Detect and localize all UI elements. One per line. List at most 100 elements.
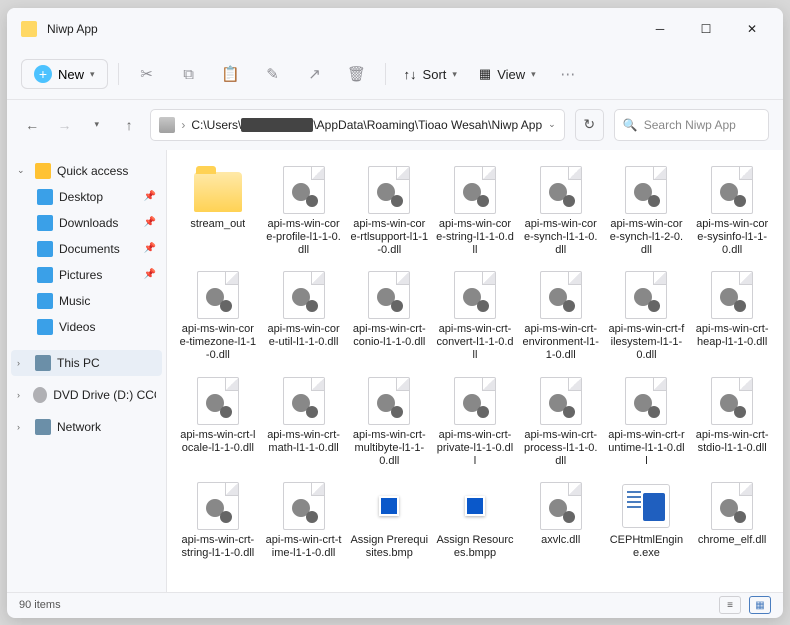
- file-item[interactable]: api-ms-win-crt-runtime-l1-1-0.dll: [606, 373, 688, 473]
- file-item[interactable]: api-ms-win-core-sysinfo-l1-1-0.dll: [691, 162, 773, 262]
- sidebar-item-this-pc[interactable]: › This PC: [11, 350, 162, 376]
- sidebar-item-downloads[interactable]: Downloads 📌: [7, 210, 166, 236]
- recent-button[interactable]: ▾: [86, 119, 108, 130]
- dll-icon: [540, 482, 582, 530]
- titlebar[interactable]: Niwp App ─ ☐ ✕: [7, 8, 783, 50]
- dll-icon: [197, 482, 239, 530]
- downloads-icon: [37, 215, 53, 231]
- desktop-icon: [37, 189, 53, 205]
- sidebar-item-quick-access[interactable]: ⌄ Quick access: [7, 158, 166, 184]
- file-label: stream_out: [190, 218, 245, 231]
- file-item[interactable]: api-ms-win-core-util-l1-1-0.dll: [263, 267, 345, 367]
- icons-view-button[interactable]: ▦: [749, 596, 771, 614]
- view-button[interactable]: ▦ View ▾: [471, 66, 544, 82]
- file-label: api-ms-win-core-string-l1-1-0.dll: [436, 218, 514, 258]
- chevron-down-icon[interactable]: ⌄: [548, 119, 556, 130]
- sidebar-item-videos[interactable]: Videos: [7, 314, 166, 340]
- rename-icon[interactable]: ✎: [255, 57, 291, 91]
- star-icon: [35, 163, 51, 179]
- network-icon: [35, 419, 51, 435]
- forward-button[interactable]: →: [53, 117, 75, 133]
- sidebar-item-music[interactable]: Music: [7, 288, 166, 314]
- sort-button[interactable]: ↑↓ Sort ▾: [396, 67, 465, 82]
- copy-icon[interactable]: ⧉: [171, 57, 207, 91]
- file-item[interactable]: api-ms-win-crt-heap-l1-1-0.dll: [691, 267, 773, 367]
- file-item[interactable]: api-ms-win-core-synch-l1-2-0.dll: [606, 162, 688, 262]
- address-path: C:\Users\████████\AppData\Roaming\Tioao …: [191, 118, 542, 132]
- file-item[interactable]: Assign Prerequisites.bmp: [348, 478, 430, 564]
- file-item[interactable]: stream_out: [177, 162, 259, 262]
- file-item[interactable]: api-ms-win-crt-private-l1-1-0.dll: [434, 373, 516, 473]
- file-item[interactable]: axvlc.dll: [520, 478, 602, 564]
- dll-icon: [368, 271, 410, 319]
- file-item[interactable]: api-ms-win-core-synch-l1-1-0.dll: [520, 162, 602, 262]
- file-label: Assign Resources.bmpp: [436, 534, 514, 560]
- sidebar-item-pictures[interactable]: Pictures 📌: [7, 262, 166, 288]
- sidebar-item-network[interactable]: › Network: [7, 414, 166, 440]
- label: Network: [57, 420, 101, 434]
- file-item[interactable]: api-ms-win-crt-time-l1-1-0.dll: [263, 478, 345, 564]
- file-item[interactable]: api-ms-win-crt-process-l1-1-0.dll: [520, 373, 602, 473]
- file-label: api-ms-win-crt-runtime-l1-1-0.dll: [608, 429, 686, 469]
- maximize-button[interactable]: ☐: [683, 13, 729, 45]
- new-button[interactable]: + New ▾: [21, 59, 108, 89]
- more-icon[interactable]: ⋯: [550, 57, 586, 91]
- file-label: api-ms-win-crt-private-l1-1-0.dll: [436, 429, 514, 469]
- dll-icon: [368, 166, 410, 214]
- file-item[interactable]: api-ms-win-crt-environment-l1-1-0.dll: [520, 267, 602, 367]
- chevron-right-icon: ›: [17, 422, 29, 432]
- search-input[interactable]: 🔍 Search Niwp App: [614, 109, 769, 141]
- file-item[interactable]: api-ms-win-core-timezone-l1-1-0.dll: [177, 267, 259, 367]
- back-button[interactable]: ←: [21, 117, 43, 133]
- file-item[interactable]: CEPHtmlEngine.exe: [606, 478, 688, 564]
- sidebar-item-documents[interactable]: Documents 📌: [7, 236, 166, 262]
- file-item[interactable]: api-ms-win-crt-convert-l1-1-0.dll: [434, 267, 516, 367]
- exe-icon: [622, 484, 670, 528]
- file-list[interactable]: stream_out api-ms-win-core-profile-l1-1-0…: [167, 150, 783, 592]
- dll-icon: [283, 166, 325, 214]
- file-label: api-ms-win-crt-filesystem-l1-1-0.dll: [608, 323, 686, 363]
- refresh-button[interactable]: ↻: [575, 109, 604, 141]
- file-item[interactable]: api-ms-win-core-string-l1-1-0.dll: [434, 162, 516, 262]
- delete-icon[interactable]: 🗑: [339, 57, 375, 91]
- file-item[interactable]: api-ms-win-core-rtlsupport-l1-1-0.dll: [348, 162, 430, 262]
- up-button[interactable]: ↑: [118, 117, 140, 133]
- paste-icon[interactable]: 📋: [213, 57, 249, 91]
- sidebar-item-dvd[interactable]: › DVD Drive (D:) CCCO: [7, 382, 166, 408]
- file-label: api-ms-win-core-rtlsupport-l1-1-0.dll: [350, 218, 428, 258]
- folder-icon: [194, 172, 242, 212]
- file-item[interactable]: chrome_elf.dll: [691, 478, 773, 564]
- explorer-window: Niwp App ─ ☐ ✕ + New ▾ ✂ ⧉ 📋 ✎ ↗ 🗑 ↑↓ So…: [7, 8, 783, 618]
- file-label: api-ms-win-crt-math-l1-1-0.dll: [265, 429, 343, 455]
- file-item[interactable]: api-ms-win-crt-locale-l1-1-0.dll: [177, 373, 259, 473]
- dll-icon: [711, 271, 753, 319]
- label: Desktop: [59, 190, 103, 204]
- bmp-icon: [368, 482, 410, 530]
- chevron-down-icon: ⌄: [17, 165, 29, 176]
- file-item[interactable]: api-ms-win-crt-stdio-l1-1-0.dll: [691, 373, 773, 473]
- chevron-down-icon: ▾: [90, 69, 95, 80]
- file-item[interactable]: api-ms-win-crt-multibyte-l1-1-0.dll: [348, 373, 430, 473]
- pin-icon: 📌: [144, 217, 156, 228]
- folder-icon: [21, 21, 37, 37]
- toolbar: + New ▾ ✂ ⧉ 📋 ✎ ↗ 🗑 ↑↓ Sort ▾ ▦ View ▾ ⋯: [7, 50, 783, 100]
- file-label: api-ms-win-crt-process-l1-1-0.dll: [522, 429, 600, 469]
- file-item[interactable]: api-ms-win-crt-string-l1-1-0.dll: [177, 478, 259, 564]
- close-button[interactable]: ✕: [729, 13, 775, 45]
- plus-icon: +: [34, 65, 52, 83]
- address-bar[interactable]: › C:\Users\████████\AppData\Roaming\Tioa…: [150, 109, 564, 141]
- sidebar-item-desktop[interactable]: Desktop 📌: [7, 184, 166, 210]
- file-item[interactable]: api-ms-win-crt-filesystem-l1-1-0.dll: [606, 267, 688, 367]
- file-item[interactable]: Assign Resources.bmpp: [434, 478, 516, 564]
- file-item[interactable]: api-ms-win-core-profile-l1-1-0.dll: [263, 162, 345, 262]
- details-view-button[interactable]: ≡: [719, 596, 741, 614]
- dll-icon: [625, 271, 667, 319]
- file-label: api-ms-win-crt-stdio-l1-1-0.dll: [693, 429, 771, 455]
- minimize-button[interactable]: ─: [637, 13, 683, 45]
- file-item[interactable]: api-ms-win-crt-conio-l1-1-0.dll: [348, 267, 430, 367]
- dll-icon: [711, 166, 753, 214]
- new-label: New: [58, 67, 84, 82]
- share-icon[interactable]: ↗: [297, 57, 333, 91]
- file-item[interactable]: api-ms-win-crt-math-l1-1-0.dll: [263, 373, 345, 473]
- cut-icon[interactable]: ✂: [129, 57, 165, 91]
